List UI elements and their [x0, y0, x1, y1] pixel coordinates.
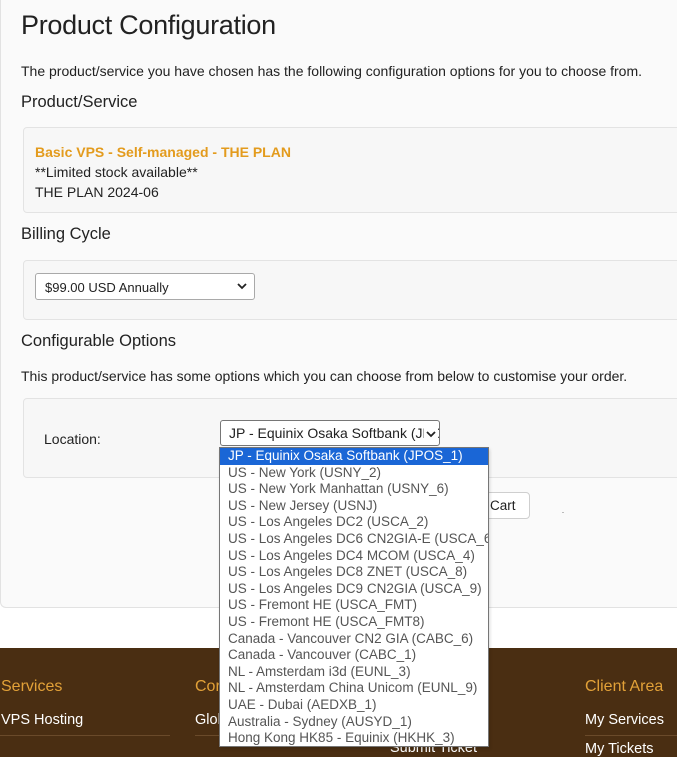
location-option[interactable]: Canada - Vancouver (CABC_1) [220, 647, 488, 664]
location-option[interactable]: US - Fremont HE (USCA_FMT) [220, 597, 488, 614]
product-name: Basic VPS - Self-managed - THE PLAN [35, 144, 291, 160]
footer-services-heading: Services [1, 678, 63, 695]
location-option[interactable]: US - Los Angeles DC8 ZNET (USCA_8) [220, 564, 488, 581]
location-option[interactable]: US - New York Manhattan (USNY_6) [220, 481, 488, 498]
location-option[interactable]: Canada - Vancouver CN2 GIA (CABC_6) [220, 631, 488, 648]
configurable-options-description: This product/service has some options wh… [21, 368, 628, 384]
divider-dot [562, 512, 564, 513]
plan-name: THE PLAN 2024-06 [35, 184, 159, 200]
location-label: Location: [44, 431, 101, 447]
page: Product Configuration The product/servic… [0, 0, 677, 757]
billing-cycle-card: $99.00 USD Annually [23, 260, 677, 320]
footer-divider [585, 735, 677, 736]
footer-client-area-heading: Client Area [585, 678, 664, 695]
cart-button-label: Cart [490, 498, 516, 513]
chevron-down-icon [237, 283, 247, 290]
page-title: Product Configuration [21, 10, 276, 40]
location-option[interactable]: US - Los Angeles DC2 (USCA_2) [220, 514, 488, 531]
footer-link-my-services[interactable]: My Services [585, 712, 664, 728]
billing-cycle-select[interactable]: $99.00 USD Annually [35, 273, 255, 300]
location-select[interactable]: JP - Equinix Osaka Softbank (JPOS_1) [220, 420, 440, 446]
location-option[interactable]: US - Fremont HE (USCA_FMT8) [220, 614, 488, 631]
intro-text: The product/service you have chosen has … [21, 63, 643, 79]
footer-link-vps-hosting[interactable]: VPS Hosting [1, 712, 83, 728]
footer-company-heading: Cor [195, 678, 221, 695]
footer-link-global[interactable]: Glol [195, 712, 221, 728]
location-option[interactable]: US - New Jersey (USNJ) [220, 498, 488, 515]
billing-cycle-heading: Billing Cycle [21, 225, 111, 243]
location-option[interactable]: US - Los Angeles DC4 MCOM (USCA_4) [220, 548, 488, 565]
location-option[interactable]: NL - Amsterdam i3d (EUNL_3) [220, 664, 488, 681]
product-info-card: Basic VPS - Self-managed - THE PLAN **Li… [23, 127, 677, 213]
billing-cycle-value: $99.00 USD Annually [45, 280, 169, 295]
location-option[interactable]: US - New York (USNY_2) [220, 465, 488, 482]
stock-note: **Limited stock available** [35, 164, 198, 180]
chevron-down-icon [424, 427, 438, 441]
configurable-options-heading: Configurable Options [21, 332, 177, 350]
footer-divider [0, 735, 170, 736]
product-section-heading: Product/Service [21, 93, 138, 111]
location-option[interactable]: US - Los Angeles DC6 CN2GIA-E (USCA_6) [220, 531, 488, 548]
location-option-selected[interactable]: JP - Equinix Osaka Softbank (JPOS_1) [220, 448, 488, 465]
footer-link-my-tickets[interactable]: My Tickets [585, 741, 653, 757]
location-option[interactable]: NL - Amsterdam China Unicom (EUNL_9) [220, 680, 488, 697]
location-option[interactable]: Hong Kong HK85 - Equinix (HKHK_3) [220, 730, 488, 747]
location-dropdown-list[interactable]: JP - Equinix Osaka Softbank (JPOS_1) US … [219, 447, 489, 747]
location-select-value: JP - Equinix Osaka Softbank (JPOS_1) [229, 425, 440, 441]
location-option[interactable]: Australia - Sydney (AUSYD_1) [220, 714, 488, 731]
location-option[interactable]: US - Los Angeles DC9 CN2GIA (USCA_9) [220, 581, 488, 598]
location-option[interactable]: UAE - Dubai (AEDXB_1) [220, 697, 488, 714]
